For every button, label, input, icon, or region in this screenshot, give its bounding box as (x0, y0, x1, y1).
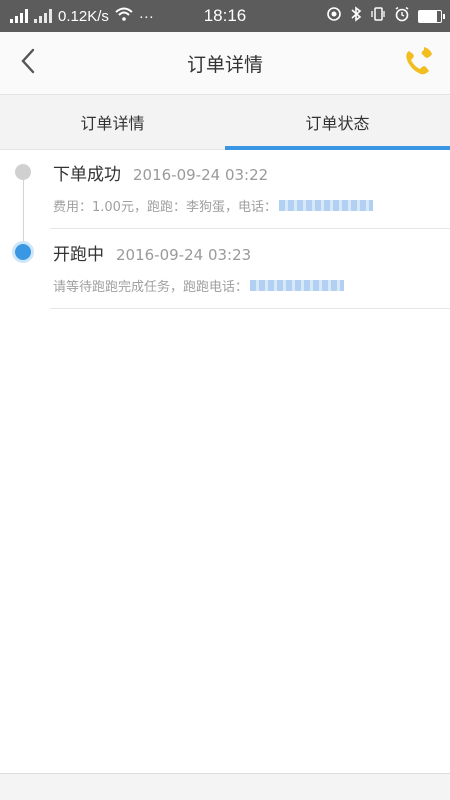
status-detail: 费用：1.00元，跑跑：李狗蛋，电话： (53, 200, 277, 215)
status-dot-done (15, 164, 31, 180)
item-divider (50, 308, 450, 309)
location-icon (326, 6, 342, 27)
battery-icon (418, 9, 445, 23)
page-title: 订单详情 (186, 53, 263, 76)
call-button[interactable] (400, 44, 436, 82)
timeline-connector (23, 172, 24, 252)
status-detail: 请等待跑跑完成任务，跑跑电话： (53, 280, 249, 295)
bluetooth-icon (350, 5, 362, 27)
app-header: 订单详情 (0, 32, 450, 94)
bottom-bar (0, 773, 450, 800)
alarm-icon (394, 6, 410, 27)
redacted-phone-number (250, 280, 345, 291)
phone-icon (402, 45, 434, 81)
status-dot-current (15, 244, 31, 260)
tab-order-status[interactable]: 订单状态 (225, 95, 450, 150)
status-bar: 0.12K/s ··· 18:16 (0, 0, 450, 32)
status-right (326, 0, 445, 32)
status-time: 2016-09-24 03:22 (133, 166, 269, 184)
status-time: 2016-09-24 03:23 (116, 246, 252, 264)
tab-bar: 订单详情 订单状态 (0, 94, 450, 150)
item-divider (50, 228, 450, 229)
status-title: 开跑中 (53, 245, 104, 265)
redacted-phone-number (278, 200, 373, 211)
tab-order-detail[interactable]: 订单详情 (0, 95, 225, 149)
vibrate-icon (370, 6, 386, 27)
status-title: 下单成功 (53, 165, 121, 185)
